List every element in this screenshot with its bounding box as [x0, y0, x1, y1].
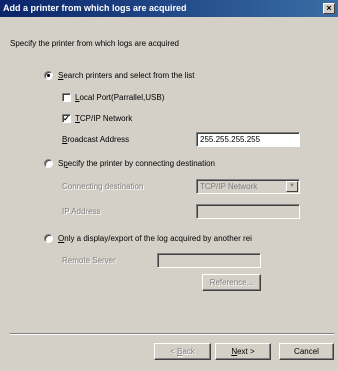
ip-address-label: IP Address	[62, 207, 101, 216]
remote-server-input[interactable]	[157, 253, 261, 268]
footer-separator-highlight	[10, 334, 334, 335]
broadcast-address-label: Broadcast Address	[62, 135, 130, 144]
cancel-button[interactable]: Cancel	[279, 343, 334, 360]
add-printer-dialog: Add a printer from which logs are acquir…	[0, 0, 338, 371]
instructions-text: Specify the printer from which logs are …	[10, 39, 179, 48]
connecting-destination-label: Connecting destination	[62, 182, 144, 191]
export-only-label[interactable]: Only a display/export of the log acquire…	[58, 234, 252, 244]
chevron-down-icon[interactable]: ▼	[286, 181, 298, 192]
connecting-destination-radio[interactable]	[44, 159, 53, 168]
search-printers-label[interactable]: Search printers and select from the list	[58, 71, 195, 81]
back-button[interactable]: < Back	[154, 343, 211, 360]
close-icon[interactable]: ×	[323, 3, 335, 14]
next-button[interactable]: Next >	[215, 343, 271, 360]
connecting-destination-option-label[interactable]: Specify the printer by connecting destin…	[58, 159, 215, 169]
remote-server-label: Remote Server	[62, 256, 116, 265]
search-printers-radio[interactable]	[44, 71, 53, 80]
connecting-destination-value: TCP/IP Network	[200, 182, 258, 191]
export-only-radio[interactable]	[44, 234, 53, 243]
ip-address-input[interactable]	[196, 204, 300, 219]
window-title: Add a printer from which logs are acquir…	[3, 3, 187, 13]
tcpip-checkbox[interactable]: ✓	[62, 114, 71, 123]
tcpip-label[interactable]: TCP/IP Network	[75, 114, 132, 124]
connecting-destination-select[interactable]: TCP/IP Network ▼	[196, 179, 300, 194]
local-port-label[interactable]: Local Port(Parrallel,USB)	[75, 93, 164, 103]
title-bar: Add a printer from which logs are acquir…	[0, 0, 338, 17]
reference-button[interactable]: Reference...	[202, 274, 261, 291]
local-port-checkbox[interactable]	[62, 93, 71, 102]
broadcast-address-input[interactable]: 255.255.255.255	[196, 132, 300, 147]
